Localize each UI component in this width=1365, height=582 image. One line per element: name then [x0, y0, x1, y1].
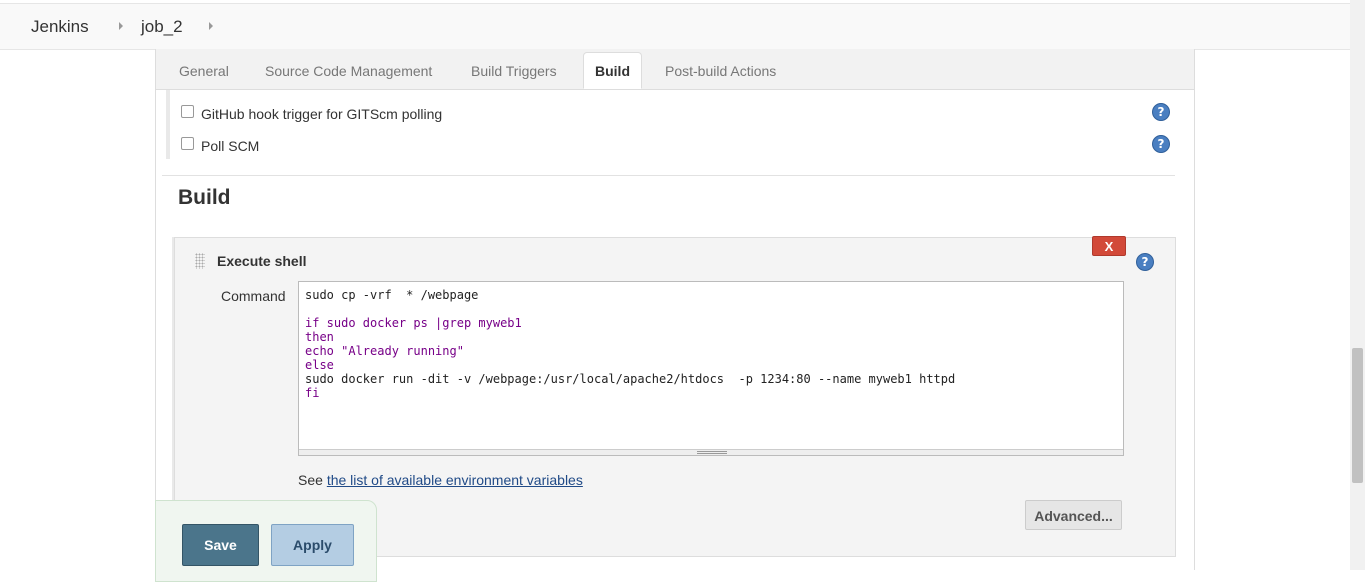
- section-indent-bar: [166, 90, 170, 159]
- breadcrumb-jenkins[interactable]: Jenkins: [31, 17, 89, 37]
- code-line: if sudo docker ps |grep myweb1: [305, 316, 522, 330]
- editor-resize-handle[interactable]: [299, 449, 1123, 455]
- breadcrumb-chevron-icon[interactable]: [209, 22, 213, 30]
- tab-build[interactable]: Build: [583, 52, 642, 89]
- code-line: sudo cp -vrf * /webpage: [305, 288, 479, 302]
- build-section-title: Build: [178, 186, 231, 209]
- code-line: ​: [305, 302, 955, 316]
- poll-scm-label: Poll SCM: [201, 138, 260, 154]
- code-line: sudo docker run -dit -v /webpage:/usr/lo…: [305, 372, 956, 386]
- code-line: fi: [305, 386, 320, 400]
- see-prefix: See: [298, 472, 323, 488]
- code-line: else: [305, 358, 334, 372]
- config-tabs: General Source Code Management Build Tri…: [156, 49, 1194, 90]
- breadcrumb: Jenkins job_2: [0, 3, 1350, 50]
- help-icon[interactable]: ?: [1152, 103, 1170, 121]
- drag-handle-icon[interactable]: [195, 253, 205, 269]
- tab-build-triggers[interactable]: Build Triggers: [471, 63, 557, 79]
- help-icon[interactable]: ?: [1136, 253, 1154, 271]
- breadcrumb-chevron-icon[interactable]: [119, 22, 123, 30]
- env-vars-hint: See the list of available environment va…: [298, 472, 583, 488]
- save-button[interactable]: Save: [182, 524, 259, 566]
- github-hook-checkbox[interactable]: [181, 105, 194, 118]
- command-code[interactable]: sudo cp -vrf * /webpage​if sudo docker p…: [305, 288, 955, 400]
- poll-scm-checkbox[interactable]: [181, 137, 194, 150]
- code-line: echo "Already running": [305, 344, 464, 358]
- tab-post-build-actions[interactable]: Post-build Actions: [665, 63, 776, 79]
- command-label: Command: [221, 288, 286, 304]
- tab-general[interactable]: General: [179, 63, 229, 79]
- command-editor[interactable]: sudo cp -vrf * /webpage​if sudo docker p…: [298, 281, 1124, 456]
- apply-button[interactable]: Apply: [271, 524, 354, 566]
- code-line: then: [305, 330, 334, 344]
- advanced-button[interactable]: Advanced...: [1025, 500, 1122, 530]
- delete-step-button[interactable]: X: [1092, 236, 1126, 256]
- resize-grip-icon[interactable]: [697, 451, 727, 454]
- help-icon[interactable]: ?: [1152, 135, 1170, 153]
- scrollbar-thumb[interactable]: [1352, 348, 1363, 483]
- page-scrollbar[interactable]: [1350, 0, 1365, 570]
- step-title: Execute shell: [217, 253, 307, 269]
- env-vars-link[interactable]: the list of available environment variab…: [327, 472, 583, 488]
- job-config-panel: General Source Code Management Build Tri…: [155, 49, 1195, 570]
- section-divider: [162, 175, 1175, 176]
- breadcrumb-job[interactable]: job_2: [141, 17, 183, 37]
- tab-source-code-management[interactable]: Source Code Management: [265, 63, 432, 79]
- github-hook-label: GitHub hook trigger for GITScm polling: [201, 106, 443, 122]
